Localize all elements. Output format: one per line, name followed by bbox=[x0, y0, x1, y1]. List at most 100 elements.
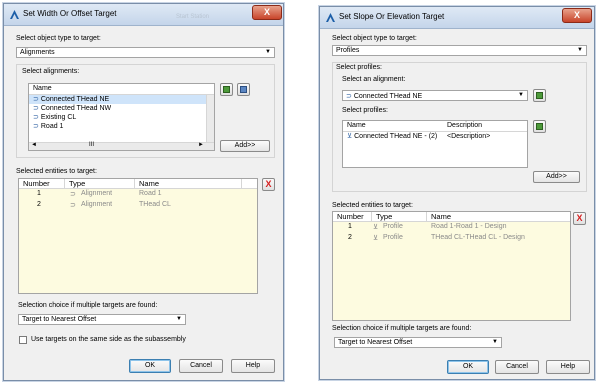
table-row[interactable]: 1 ⊻ Profile Road 1-Road 1 - Design bbox=[333, 222, 570, 233]
row-type: Profile bbox=[383, 223, 403, 230]
alignment-icon: ⊃ bbox=[33, 114, 39, 121]
autodesk-a-icon bbox=[326, 13, 335, 22]
select-profiles-label: Select profiles: bbox=[342, 107, 388, 114]
row-name: THead CL bbox=[139, 201, 171, 208]
remove-entity-button[interactable]: X bbox=[262, 178, 275, 191]
multiple-targets-value: Target to Nearest Offset bbox=[22, 316, 97, 323]
set-slope-elevation-target-dialog: Set Slope Or Elevation Target X Select o… bbox=[319, 6, 595, 380]
multiple-targets-value: Target to Nearest Offset bbox=[338, 339, 413, 346]
chevron-down-icon: ▼ bbox=[577, 47, 583, 53]
object-type-select[interactable]: Profiles ▼ bbox=[332, 45, 587, 56]
cancel-button[interactable]: Cancel bbox=[179, 359, 223, 373]
dialog-title: Set Slope Or Elevation Target bbox=[339, 12, 445, 21]
grid-header: Number Type Name bbox=[333, 212, 570, 222]
chevron-down-icon: ▼ bbox=[176, 316, 182, 322]
alignments-list[interactable]: Name ⊃ Connected THead NE ⊃ Connected THea… bbox=[28, 83, 215, 151]
list-pick-icon bbox=[240, 86, 247, 93]
profiles-list-header: Name Description bbox=[343, 121, 527, 132]
close-button[interactable]: X bbox=[252, 5, 282, 20]
vertical-scrollbar[interactable] bbox=[206, 95, 214, 143]
column-name: Name bbox=[431, 212, 452, 221]
ok-button[interactable]: OK bbox=[447, 360, 489, 374]
column-type: Type bbox=[376, 212, 393, 221]
column-name: Name bbox=[347, 122, 366, 129]
profile-icon: ⊻ bbox=[373, 235, 379, 242]
table-row[interactable]: 1 ⊃ Alignment Road 1 bbox=[19, 189, 257, 200]
select-alignment-label: Select an alignment: bbox=[342, 76, 406, 83]
multiple-targets-label: Selection choice if multiple targets are… bbox=[18, 302, 158, 309]
add-button[interactable]: Add>> bbox=[533, 171, 580, 183]
alignment-value: ⊃ Connected THead NE bbox=[346, 93, 423, 100]
pick-alignment-button[interactable] bbox=[533, 89, 546, 102]
help-button[interactable]: Help bbox=[546, 360, 590, 374]
row-number: 2 bbox=[348, 234, 352, 241]
selected-entities-label: Selected entities to target: bbox=[332, 202, 413, 209]
same-side-checkbox[interactable] bbox=[19, 336, 27, 344]
dialog-title: Set Width Or Offset Target bbox=[23, 9, 117, 18]
column-number: Number bbox=[337, 212, 364, 221]
list-item[interactable]: ⊃ Connected THead NE bbox=[29, 95, 214, 104]
table-row[interactable]: 2 ⊻ Profile THead CL-THead CL - Design bbox=[333, 233, 570, 244]
profiles-list[interactable]: Name Description ⊻ Connected THead NE - (… bbox=[342, 120, 528, 168]
selected-entities-label: Selected entities to target: bbox=[16, 168, 97, 175]
profile-icon: ⊻ bbox=[373, 224, 379, 231]
alignment-select[interactable]: ⊃ Connected THead NE ▼ bbox=[342, 90, 528, 101]
row-type: Alignment bbox=[81, 201, 113, 208]
remove-entity-button[interactable]: X bbox=[573, 212, 586, 225]
alignment-icon: ⊃ bbox=[70, 202, 76, 209]
grid-header: Number Type Name bbox=[19, 179, 257, 189]
chevron-down-icon: ▼ bbox=[492, 339, 498, 345]
object-type-label: Select object type to target: bbox=[332, 35, 417, 42]
row-number: 1 bbox=[37, 190, 41, 197]
column-type: Type bbox=[69, 179, 86, 188]
object-type-label: Select object type to target: bbox=[16, 35, 101, 42]
column-description: Description bbox=[447, 122, 483, 129]
scroll-left-icon[interactable]: ◄ bbox=[31, 142, 37, 148]
list-item[interactable]: ⊻ Connected THead NE - (2) <Description> bbox=[343, 132, 527, 141]
autodesk-a-icon bbox=[10, 10, 19, 19]
list-item[interactable]: ⊃ Road 1 bbox=[29, 122, 214, 131]
multiple-targets-select[interactable]: Target to Nearest Offset ▼ bbox=[334, 337, 502, 348]
selected-entities-grid[interactable]: Number Type Name 1 ⊃ Alignment Road 1 2 … bbox=[18, 178, 258, 294]
list-item[interactable]: ⊃ Connected THead NW bbox=[29, 104, 214, 113]
close-button[interactable]: X bbox=[562, 8, 592, 23]
help-button[interactable]: Help bbox=[231, 359, 275, 373]
title-bar: Set Width Or Offset Target Start Station… bbox=[4, 4, 283, 26]
profile-icon: ⊻ bbox=[347, 133, 353, 140]
column-number: Number bbox=[23, 179, 50, 188]
alignment-icon: ⊃ bbox=[33, 96, 39, 103]
multiple-targets-label: Selection choice if multiple targets are… bbox=[332, 325, 472, 332]
ok-button[interactable]: OK bbox=[129, 359, 171, 373]
pick-from-drawing-button[interactable] bbox=[220, 83, 233, 96]
set-width-offset-target-dialog: Set Width Or Offset Target Start Station… bbox=[3, 3, 284, 381]
alignment-icon: ⊃ bbox=[33, 123, 39, 130]
alignment-icon: ⊃ bbox=[346, 93, 352, 100]
table-row[interactable]: 2 ⊃ Alignment THead CL bbox=[19, 200, 257, 211]
object-type-select[interactable]: Alignments ▼ bbox=[16, 47, 275, 58]
horizontal-scrollbar[interactable]: ◄ III ► bbox=[29, 142, 214, 150]
cancel-button[interactable]: Cancel bbox=[495, 360, 539, 374]
row-type: Profile bbox=[383, 234, 403, 241]
same-side-label: Use targets on the same side as the suba… bbox=[31, 336, 186, 343]
object-type-value: Profiles bbox=[336, 47, 360, 54]
list-header-name: Name bbox=[29, 84, 214, 95]
chevron-down-icon: ▼ bbox=[265, 49, 271, 55]
row-type: Alignment bbox=[81, 190, 113, 197]
title-bar: Set Slope Or Elevation Target X bbox=[320, 7, 594, 29]
list-item[interactable]: ⊃ Existing CL bbox=[29, 113, 214, 122]
alignment-icon: ⊃ bbox=[70, 191, 76, 198]
scroll-thumb[interactable]: III bbox=[89, 142, 94, 148]
add-button[interactable]: Add>> bbox=[220, 140, 270, 152]
scroll-right-icon[interactable]: ► bbox=[198, 142, 204, 148]
pick-from-drawing-icon bbox=[536, 92, 543, 99]
alignment-icon: ⊃ bbox=[33, 105, 39, 112]
select-alignments-label: Select alignments: bbox=[22, 68, 80, 75]
background-title-ghost: Start Station bbox=[176, 14, 210, 20]
chevron-down-icon: ▼ bbox=[518, 92, 524, 98]
row-name: Road 1 bbox=[139, 190, 162, 197]
selected-entities-grid[interactable]: Number Type Name 1 ⊻ Profile Road 1-Road… bbox=[332, 211, 571, 321]
row-number: 1 bbox=[348, 223, 352, 230]
pick-profile-button[interactable] bbox=[533, 120, 546, 133]
select-from-list-button[interactable] bbox=[237, 83, 250, 96]
multiple-targets-select[interactable]: Target to Nearest Offset ▼ bbox=[18, 314, 186, 325]
